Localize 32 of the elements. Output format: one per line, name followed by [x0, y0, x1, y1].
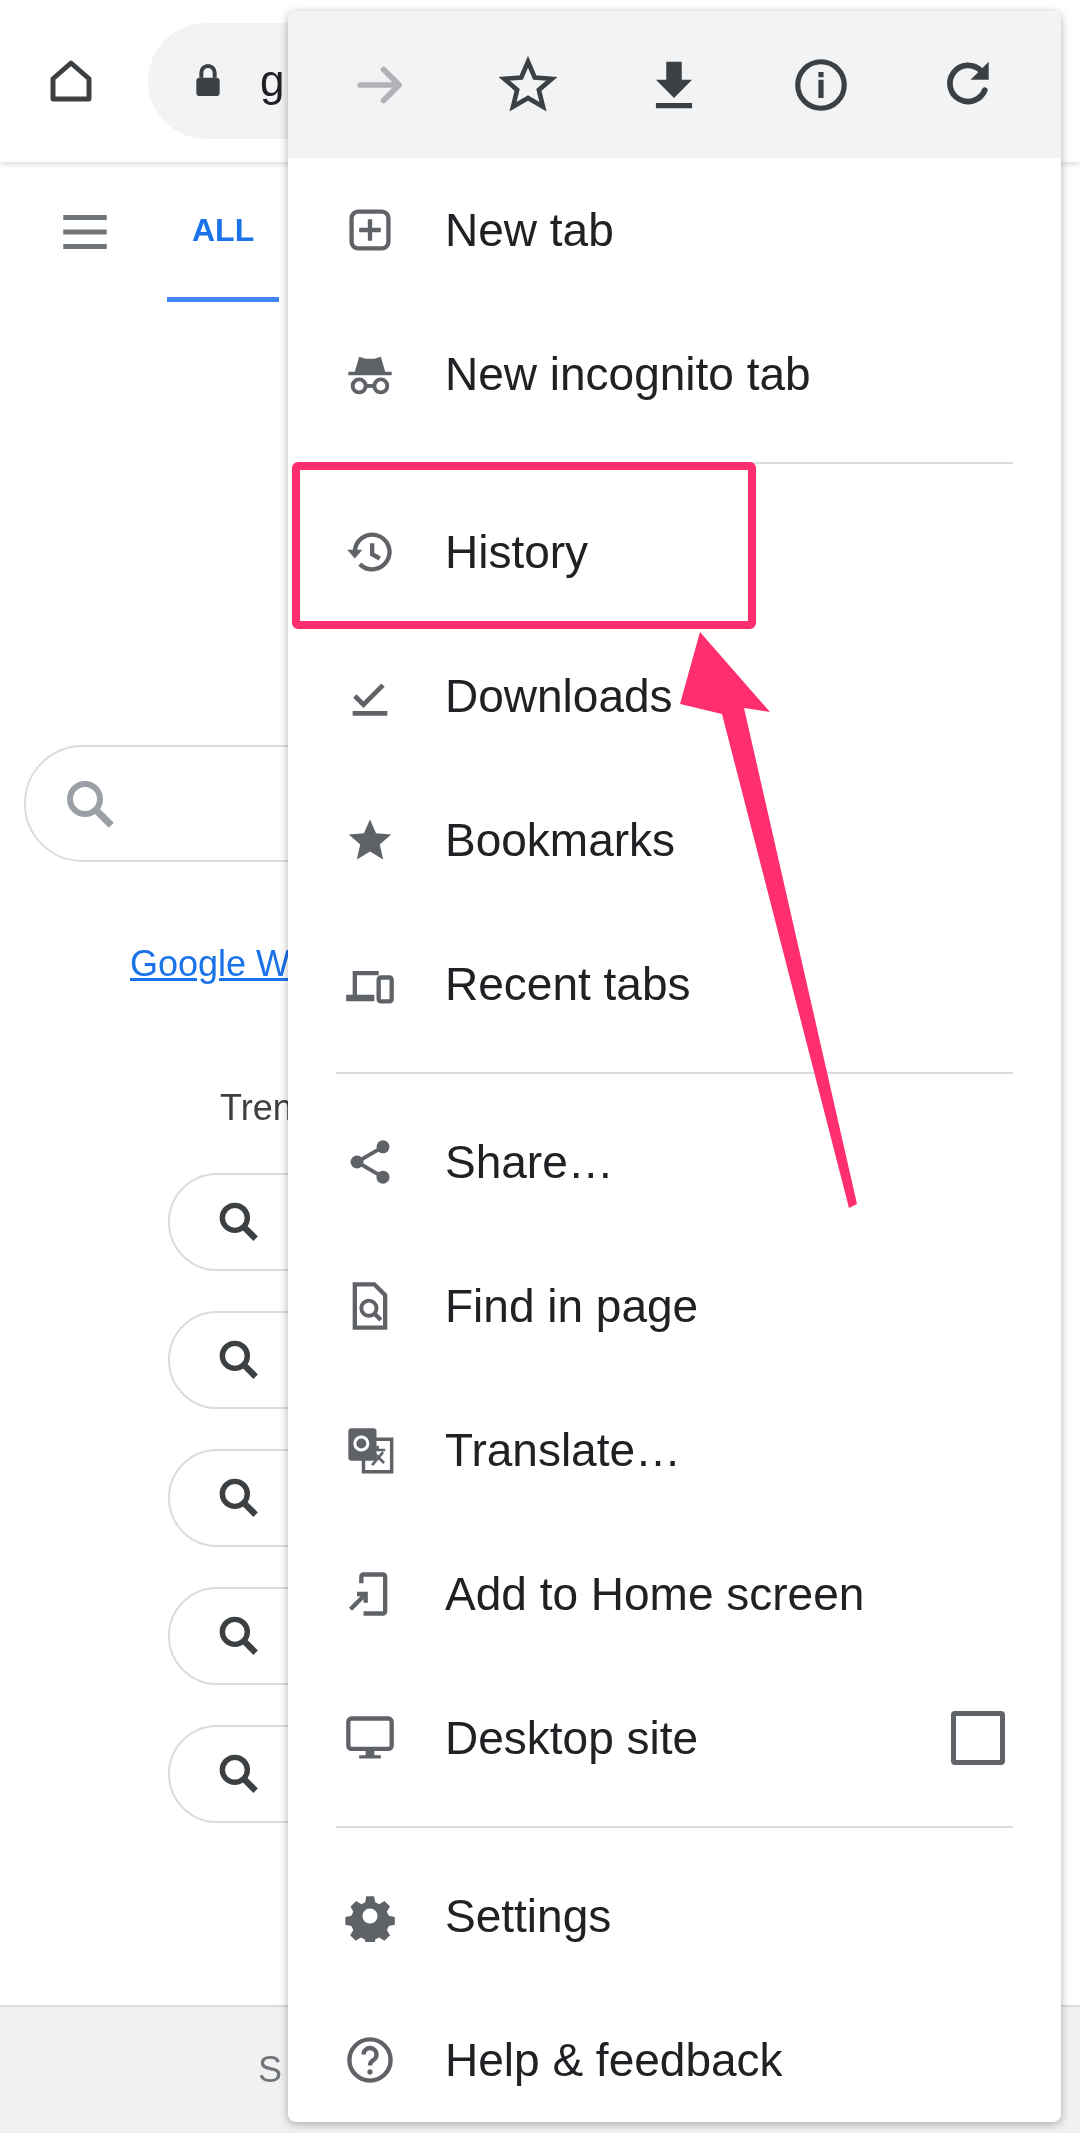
menu-item[interactable]: Recent tabs: [288, 912, 1061, 1056]
url-text: g: [260, 55, 285, 107]
menu-item[interactable]: Bookmarks: [288, 768, 1061, 912]
menu-item-label: Settings: [445, 1888, 613, 1944]
menu-item-label: History: [445, 524, 590, 580]
google-link[interactable]: Google W: [130, 943, 291, 984]
menu-item-label: Translate…: [445, 1422, 683, 1478]
menu-item-label: Desktop site: [445, 1710, 700, 1766]
menu-item[interactable]: Add to Home screen: [288, 1522, 1061, 1666]
menu-item-label: New tab: [445, 202, 615, 258]
menu-item-label: Find in page: [445, 1278, 700, 1334]
menu-item[interactable]: New incognito tab: [288, 302, 1061, 446]
menu-item[interactable]: Find in page: [288, 1234, 1061, 1378]
menu-item[interactable]: Desktop site: [288, 1666, 1061, 1810]
menu-item[interactable]: Share…: [288, 1090, 1061, 1234]
help-icon: [344, 2034, 396, 2086]
menu-item[interactable]: Translate…: [288, 1378, 1061, 1522]
menu-item-label: New incognito tab: [445, 346, 812, 402]
tab[interactable]: ALL: [167, 162, 280, 302]
menu-item-label: Add to Home screen: [445, 1566, 866, 1622]
menu-item-label: Bookmarks: [445, 812, 677, 868]
menu-item-label: Help & feedback: [445, 2032, 784, 2088]
menu-item[interactable]: Downloads: [288, 624, 1061, 768]
menu-item-label: Recent tabs: [445, 956, 692, 1012]
menu-item[interactable]: Settings: [288, 1844, 1061, 1988]
menu-item[interactable]: New tab: [288, 158, 1061, 302]
menu-item[interactable]: Help & feedback: [288, 1988, 1061, 2122]
footer-text: S: [258, 2048, 282, 2092]
menu-item[interactable]: History: [288, 480, 1061, 624]
menu-item-label: Downloads: [445, 668, 674, 724]
checkbox[interactable]: [951, 1711, 1005, 1765]
menu-item-label: Share…: [445, 1134, 615, 1190]
